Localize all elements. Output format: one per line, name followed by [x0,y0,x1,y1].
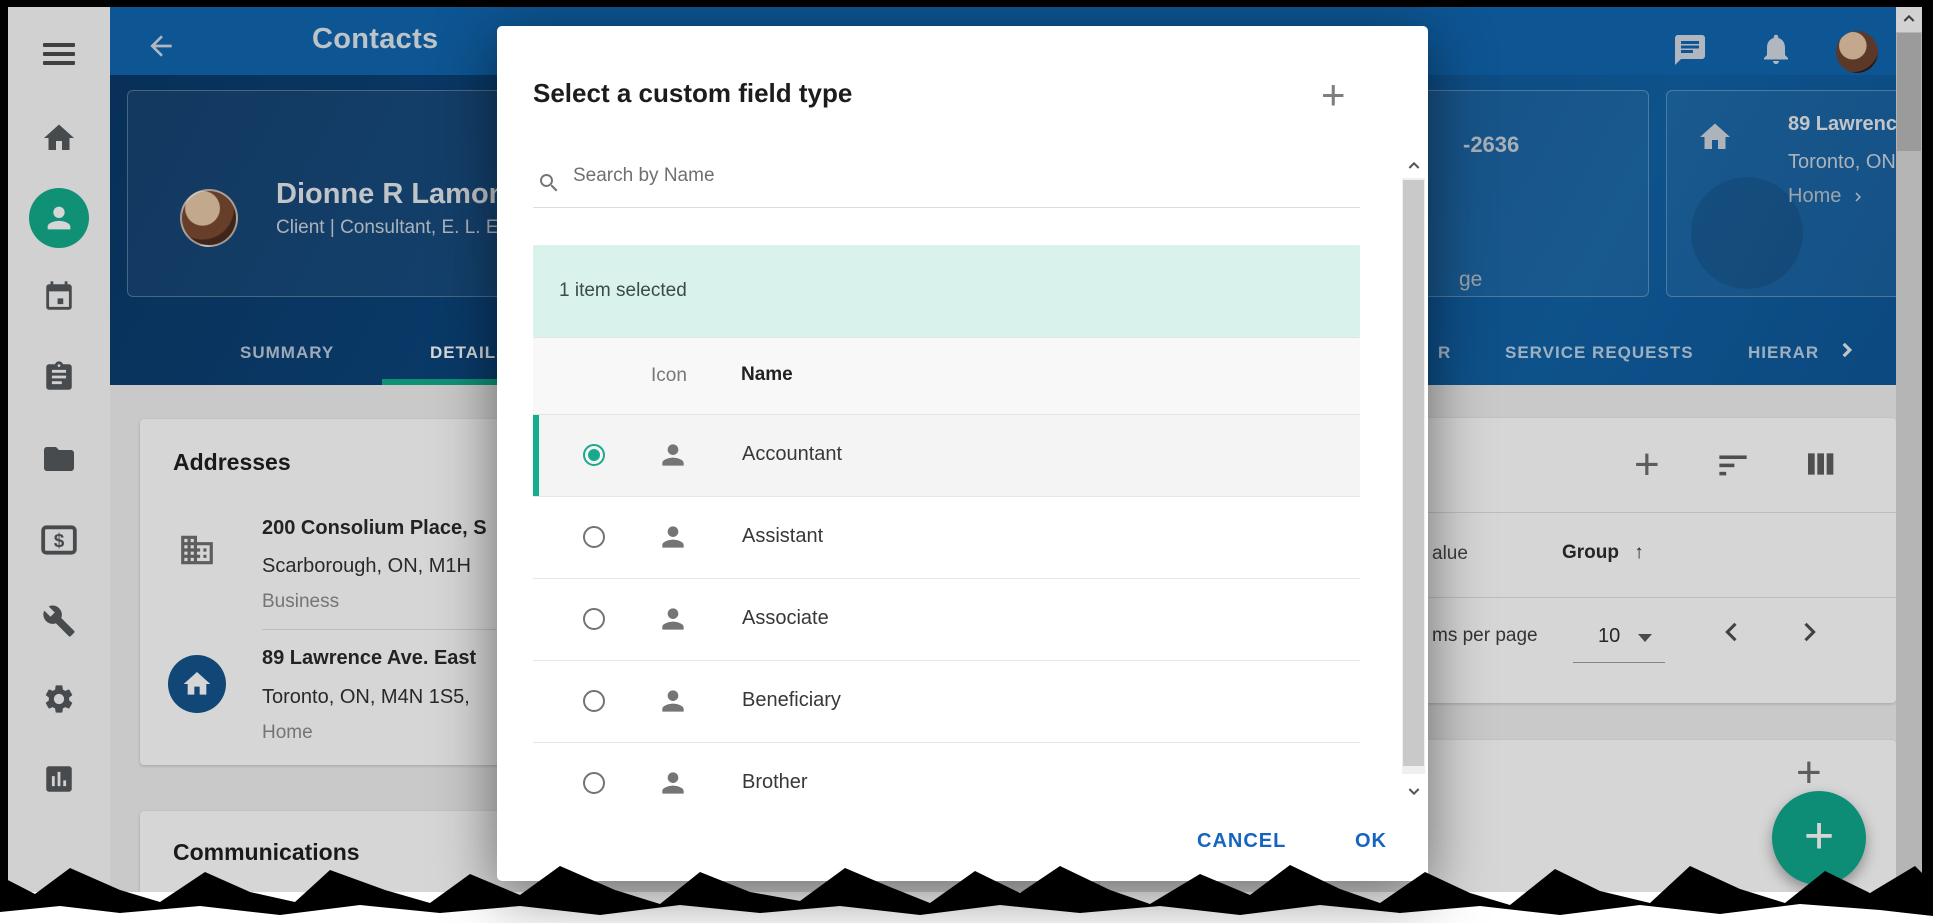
chevron-up-icon[interactable] [1406,158,1422,174]
person-icon [657,521,689,553]
selection-banner: 1 item selected [533,245,1360,337]
cancel-button[interactable]: CANCEL [1197,830,1286,853]
custom-field-type-dialog: Select a custom field type + 1 item sele… [497,26,1428,881]
table-header: Icon Name [533,337,1360,415]
radio-accountant[interactable] [583,444,605,466]
chevron-up-icon [1901,11,1917,27]
table-row[interactable]: Beneficiary [533,661,1360,743]
person-icon [657,603,689,635]
dialog-title: Select a custom field type [533,78,852,109]
scrollbar-thumb[interactable] [1897,33,1921,151]
column-header-name: Name [741,364,793,386]
table-row[interactable]: Accountant [533,415,1360,497]
page-scrollbar[interactable] [1896,6,1922,892]
field-type-list: Accountant Assistant Associate Beneficia… [533,415,1360,800]
row-label: Assistant [742,525,823,548]
search-underline [533,207,1360,208]
radio-associate[interactable] [583,608,605,630]
person-icon [657,439,689,471]
ok-button[interactable]: OK [1355,830,1387,853]
scroll-up-button[interactable] [1896,6,1922,32]
selected-row-bar [533,415,539,496]
dialog-scrollbar[interactable] [1402,152,1425,826]
table-row[interactable]: Associate [533,579,1360,661]
table-row[interactable]: Assistant [533,497,1360,579]
radio-beneficiary[interactable] [583,690,605,712]
row-label: Brother [742,771,808,794]
table-row[interactable]: Brother [533,743,1360,800]
column-header-icon: Icon [651,365,687,387]
dialog-add-icon[interactable]: + [1321,74,1346,116]
chevron-down-icon[interactable] [1406,783,1422,799]
search-icon [537,171,561,195]
radio-assistant[interactable] [583,526,605,548]
row-label: Accountant [742,443,842,466]
row-label: Beneficiary [742,689,841,712]
row-label: Associate [742,607,829,630]
person-icon [657,685,689,717]
dialog-scroll-thumb[interactable] [1403,180,1424,766]
search-input[interactable] [571,164,1275,188]
selection-banner-text: 1 item selected [559,280,687,302]
person-icon [657,767,689,799]
screenshot-canvas: $ Contacts [0,0,1933,923]
radio-brother[interactable] [583,772,605,794]
